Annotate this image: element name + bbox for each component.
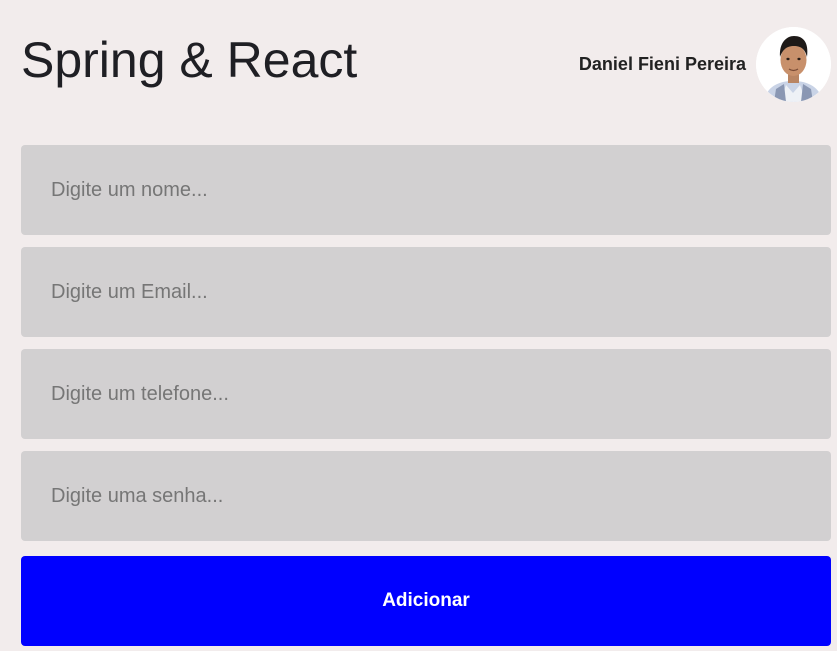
app-title: Spring & React bbox=[21, 32, 358, 88]
email-input[interactable] bbox=[21, 247, 831, 337]
add-button[interactable]: Adicionar bbox=[21, 556, 831, 646]
user-form: Adicionar bbox=[21, 145, 831, 646]
phone-input[interactable] bbox=[21, 349, 831, 439]
password-input[interactable] bbox=[21, 451, 831, 541]
avatar bbox=[756, 27, 831, 102]
page-header: Spring & React Daniel Fieni Pereira bbox=[0, 0, 837, 120]
user-name: Daniel Fieni Pereira bbox=[578, 54, 746, 74]
user-profile: Daniel Fieni Pereira bbox=[579, 27, 831, 102]
name-input[interactable] bbox=[21, 145, 831, 235]
